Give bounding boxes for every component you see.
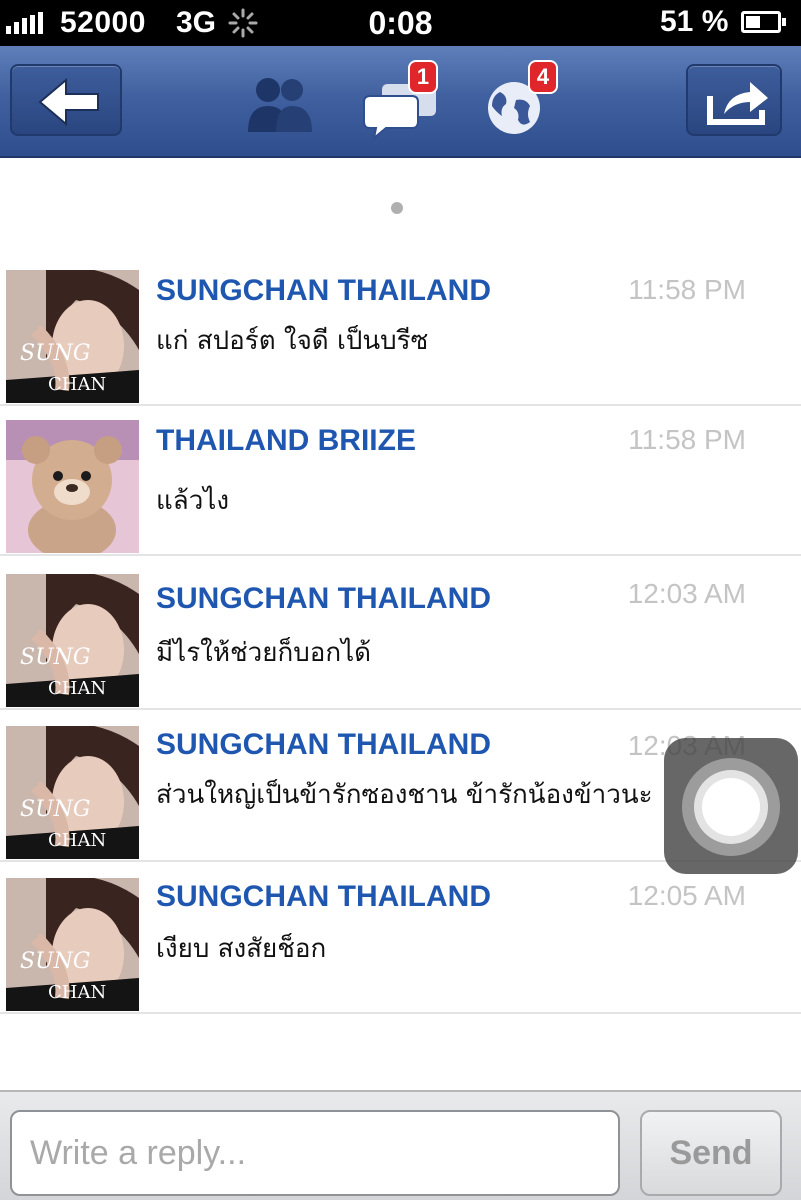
message-time: 11:58 PM xyxy=(628,424,746,455)
message-row[interactable]: SUNG CHAN SUNGCHAN THAILAND 12:05 AM เงี… xyxy=(0,866,801,1014)
svg-text:CHAN: CHAN xyxy=(48,830,106,851)
notifications-globe-icon[interactable]: 4 xyxy=(480,60,560,142)
svg-text:CHAN: CHAN xyxy=(48,678,106,699)
sender-name: SUNGCHAN THAILAND xyxy=(156,880,491,913)
svg-text:CHAN: CHAN xyxy=(48,374,106,395)
sender-name: SUNGCHAN THAILAND xyxy=(156,728,491,761)
back-arrow-icon xyxy=(38,77,99,127)
back-button[interactable] xyxy=(10,64,122,136)
sender-name: THAILAND BRIIZE xyxy=(156,424,416,457)
battery-percent: 51 % xyxy=(660,5,729,38)
navigation-bar: 1 4 xyxy=(0,46,801,158)
sungchan-avatar: SUNG CHAN xyxy=(6,270,139,403)
reply-bar: Send xyxy=(0,1090,801,1200)
friend-requests-icon[interactable] xyxy=(240,62,320,142)
assistive-touch-button[interactable] xyxy=(664,738,798,874)
message-text: แก่ สปอร์ต ใจดี เป็นบรีซ xyxy=(156,326,429,356)
message-time: 12:05 AM xyxy=(627,880,746,911)
messages-badge: 1 xyxy=(408,60,438,94)
message-row[interactable]: SUNG CHAN SUNGCHAN THAILAND 12:03 AM มีไ… xyxy=(0,562,801,710)
send-button[interactable]: Send xyxy=(640,1110,782,1196)
svg-text:SUNG: SUNG xyxy=(20,341,90,366)
message-row[interactable]: SUNG CHAN SUNGCHAN THAILAND 11:58 PM แก่… xyxy=(0,258,801,406)
message-text: แล้วไง xyxy=(156,486,230,516)
status-bar: 52000 3G 0:08 51 % xyxy=(0,0,801,46)
sender-name: SUNGCHAN THAILAND xyxy=(156,582,491,615)
svg-text:SUNG: SUNG xyxy=(20,797,90,822)
message-text: เงียบ สงสัยช็อก xyxy=(156,934,327,964)
battery-icon xyxy=(741,11,786,33)
reply-input[interactable] xyxy=(10,1110,620,1196)
messages-icon[interactable]: 1 xyxy=(360,60,440,142)
share-button[interactable] xyxy=(686,64,782,136)
sender-name: SUNGCHAN THAILAND xyxy=(156,274,491,307)
message-row[interactable]: THAILAND BRIIZE 11:58 PM แล้วไง xyxy=(0,408,801,556)
message-time: 11:58 PM xyxy=(628,274,746,305)
sungchan-avatar: SUNG CHAN xyxy=(6,726,139,859)
svg-text:SUNG: SUNG xyxy=(20,645,90,670)
sungchan-avatar: SUNG CHAN xyxy=(6,878,139,1011)
message-text: มีไรให้ช่วยก็บอกได้ xyxy=(156,638,372,668)
share-icon xyxy=(707,82,768,125)
bear-avatar xyxy=(6,420,139,553)
svg-text:SUNG: SUNG xyxy=(20,949,90,974)
sungchan-avatar: SUNG CHAN xyxy=(6,574,139,707)
page-indicator-dot xyxy=(391,202,403,214)
svg-text:CHAN: CHAN xyxy=(48,982,106,1003)
message-time: 12:03 AM xyxy=(627,578,746,609)
message-text: ส่วนใหญ่เป็นข้ารักซองชาน ข้ารักน้องข้าวน… xyxy=(156,780,653,810)
notifications-badge: 4 xyxy=(528,60,558,94)
